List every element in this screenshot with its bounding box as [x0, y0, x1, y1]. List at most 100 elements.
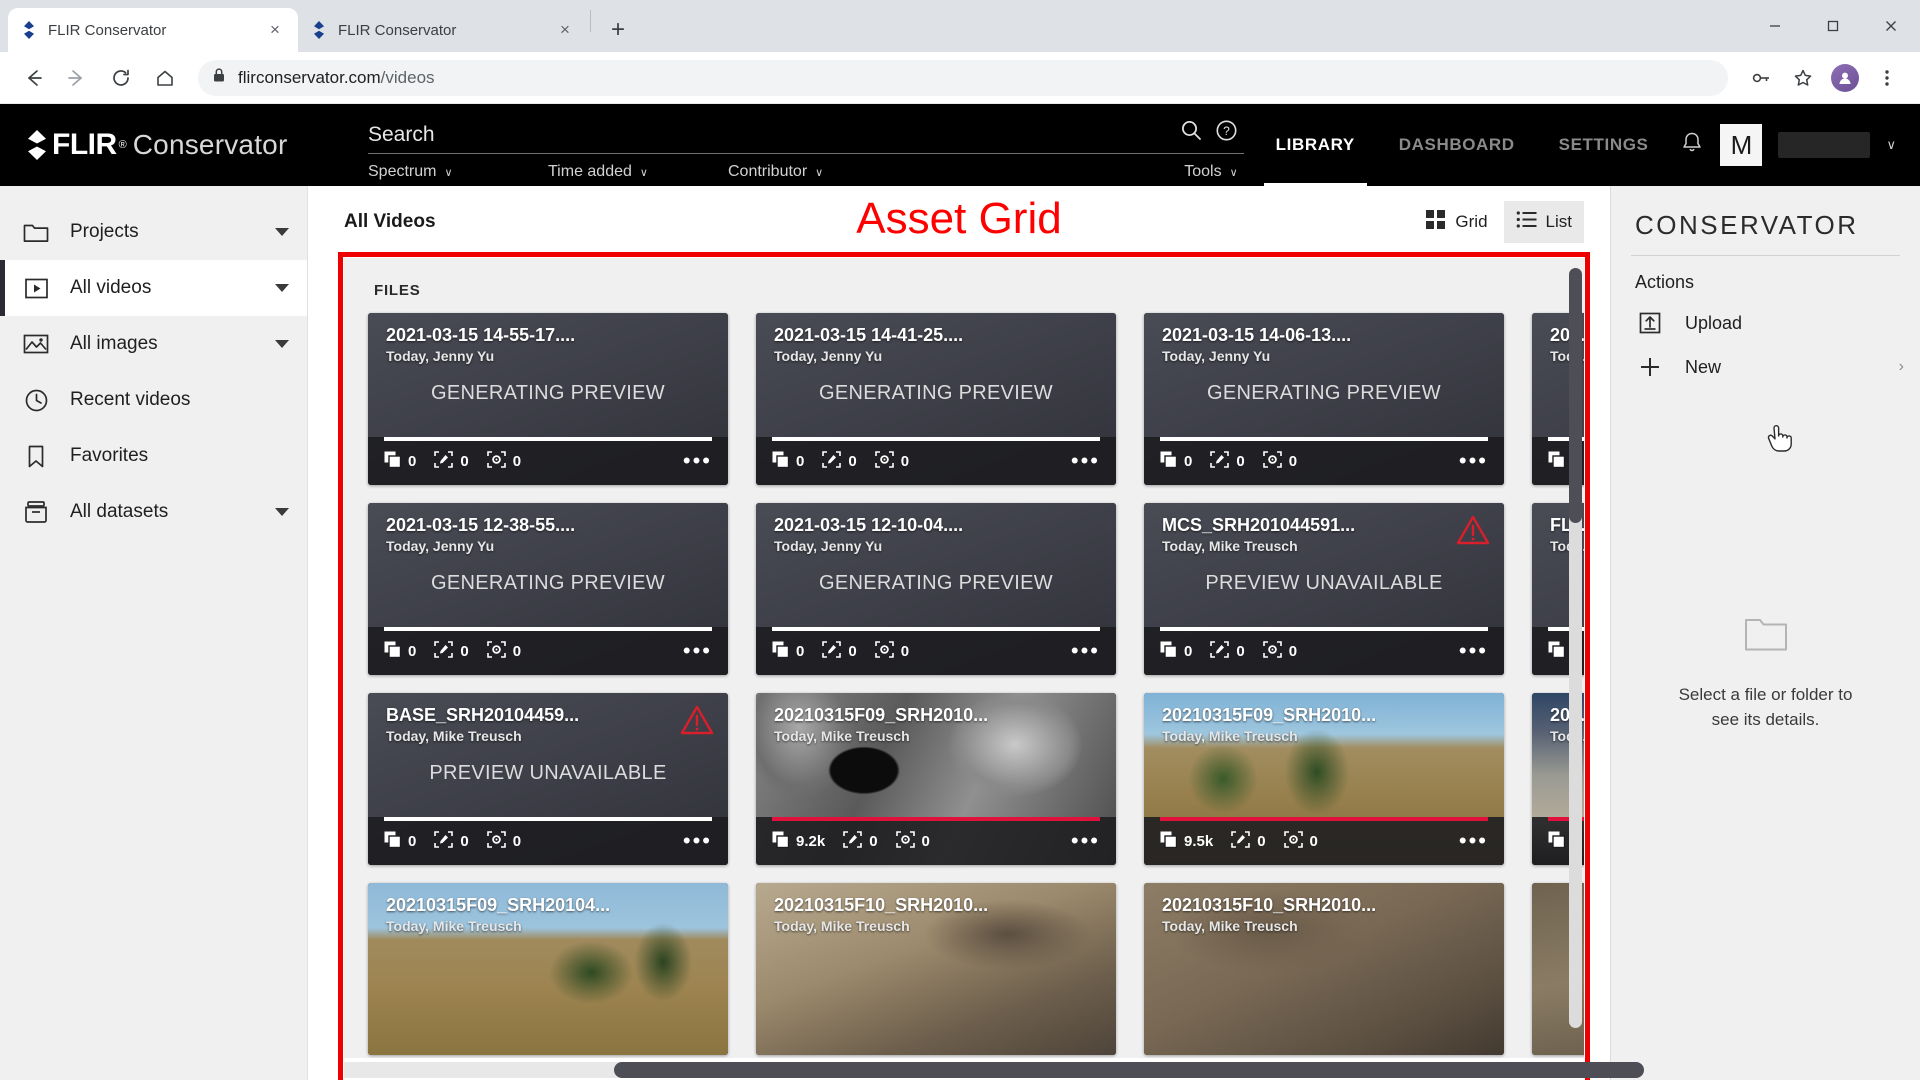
grid-view-button[interactable]: Grid: [1413, 201, 1499, 243]
sidebar-item-all-datasets[interactable]: All datasets: [0, 484, 307, 540]
asset-frames-stat: 9.5k: [1160, 831, 1213, 852]
maximize-icon[interactable]: [1804, 3, 1862, 49]
asset-grid-panel[interactable]: FILES 2021-03-15 14-55-17.... Today, Jen…: [344, 258, 1584, 1058]
browser-profile-avatar[interactable]: [1826, 59, 1864, 97]
frames-icon: [1160, 641, 1178, 662]
asset-title: 20210315F09_SRH2010...: [774, 705, 989, 725]
asset-card[interactable]: 2021-03-15 14-55-17.... Today, Jenny Yu …: [368, 313, 728, 485]
asset-card[interactable]: 2021-03-15 12-10-04.... Today, Jenny Yu …: [756, 503, 1116, 675]
sidebar-item-projects[interactable]: Projects: [0, 204, 307, 260]
forward-icon[interactable]: [58, 59, 96, 97]
minimize-icon[interactable]: [1746, 3, 1804, 49]
asset-menu-button[interactable]: •••: [683, 640, 712, 662]
grid-vertical-scrollbar-thumb[interactable]: [1569, 268, 1582, 523]
nav-library-label: LIBRARY: [1275, 135, 1355, 154]
close-icon[interactable]: [1862, 3, 1920, 49]
help-circle-icon[interactable]: ?: [1215, 119, 1238, 147]
chevron-down-icon[interactable]: [275, 340, 289, 348]
chevron-down-icon: ∨: [639, 166, 648, 179]
browser-tab-2-title: FLIR Conservator: [338, 21, 457, 39]
upload-icon: [1637, 310, 1663, 336]
browser-tab-1-close-icon[interactable]: ×: [264, 19, 286, 41]
asset-tags-stat: 0: [1283, 830, 1318, 852]
chevron-down-icon[interactable]: [275, 284, 289, 292]
grid-vertical-scrollbar[interactable]: [1569, 268, 1582, 1028]
asset-tags-stat: 0: [874, 450, 909, 472]
frames-count: 0: [796, 452, 805, 470]
asset-menu-button[interactable]: •••: [683, 830, 712, 852]
home-icon[interactable]: [146, 59, 184, 97]
browser-tab-1-title: FLIR Conservator: [48, 21, 167, 39]
nav-settings[interactable]: SETTINGS: [1537, 104, 1671, 186]
asset-menu-button[interactable]: •••: [1071, 640, 1100, 662]
annotation-edit-icon: [822, 640, 842, 662]
content-header: All Videos Asset Grid Grid List: [308, 186, 1610, 258]
asset-card[interactable]: 20210315F10_SRH2010... Today, Mike Treus…: [756, 883, 1116, 1055]
reload-icon[interactable]: [102, 59, 140, 97]
asset-menu-button[interactable]: •••: [1459, 450, 1488, 472]
asset-card[interactable]: 20210315F09_SRH2010... Today, Mike Treus…: [1144, 693, 1504, 865]
upload-action[interactable]: Upload: [1611, 301, 1920, 345]
asset-menu-button[interactable]: •••: [1071, 450, 1100, 472]
filter-spectrum[interactable]: Spectrum ∨: [368, 163, 548, 181]
bookmark-icon: [22, 442, 50, 470]
asset-card[interactable]: 20210315F09_SRH2010... Today, Mike Treus…: [756, 693, 1116, 865]
asset-card[interactable]: BASE_SRH20104459... Today, Mike Treusch …: [368, 693, 728, 865]
asset-card[interactable]: 2021-03-15 14-41-25.... Today, Jenny Yu …: [756, 313, 1116, 485]
flir-diamond-icon: [24, 130, 50, 160]
asset-card[interactable]: 2021-03-15 12-38-55.... Today, Jenny Yu …: [368, 503, 728, 675]
filter-time-added[interactable]: Time added ∨: [548, 163, 728, 181]
asset-card-footer: 9.2k 0 0 •••: [756, 817, 1116, 865]
grid-horizontal-scrollbar[interactable]: [344, 1062, 1644, 1078]
asset-title: 2021-03-15 12-38-55....: [386, 515, 576, 535]
asset-card[interactable]: 2021-03-15 14-06-13.... Today, Jenny Yu …: [1144, 313, 1504, 485]
back-icon[interactable]: [14, 59, 52, 97]
search-icon[interactable]: [1179, 118, 1203, 147]
asset-status-text: [756, 730, 1116, 817]
sidebar-item-favorites[interactable]: Favorites: [0, 428, 307, 484]
asset-card[interactable]: 20210315F09_SRH20104... Today, Mike Treu…: [368, 883, 728, 1055]
key-icon[interactable]: [1742, 59, 1780, 97]
sidebar-item-all-images[interactable]: All images: [0, 316, 307, 372]
nav-dashboard[interactable]: DASHBOARD: [1377, 104, 1537, 186]
search-input[interactable]: Search: [368, 123, 1179, 153]
video-play-icon: [22, 274, 50, 302]
sidebar-item-favorites-label: Favorites: [70, 445, 149, 466]
notification-bell-icon[interactable]: [1680, 130, 1704, 161]
details-empty-line2: see its details.: [1711, 710, 1820, 730]
sidebar-item-all-videos[interactable]: All videos: [0, 260, 307, 316]
asset-status-text: PREVIEW UNAVAILABLE: [1205, 572, 1443, 594]
asset-title: 2021-03-15 14-41-25....: [774, 325, 964, 345]
nav-library[interactable]: LIBRARY: [1254, 104, 1377, 186]
list-view-button[interactable]: List: [1503, 201, 1584, 243]
app-logo[interactable]: FLIR ® Conservator: [0, 104, 368, 186]
browser-tab-2-close-icon[interactable]: ×: [554, 19, 576, 41]
sidebar-item-recent-videos[interactable]: Recent videos: [0, 372, 307, 428]
asset-menu-button[interactable]: •••: [1071, 830, 1100, 852]
grid-horizontal-scrollbar-thumb[interactable]: [614, 1062, 1644, 1078]
user-avatar[interactable]: M: [1720, 124, 1763, 166]
filter-contributor[interactable]: Contributor ∨: [728, 163, 1184, 181]
asset-menu-button[interactable]: •••: [683, 450, 712, 472]
asset-progress-bar: [1160, 817, 1488, 821]
brand-registered-mark: ®: [118, 139, 127, 151]
bookmark-star-icon[interactable]: [1784, 59, 1822, 97]
flir-diamond-icon: [310, 21, 328, 39]
address-bar[interactable]: flirconservator.com/videos: [198, 59, 1728, 96]
new-action[interactable]: New ›: [1611, 345, 1920, 389]
browser-tab-2[interactable]: FLIR Conservator ×: [298, 8, 588, 52]
filter-spectrum-label: Spectrum: [368, 163, 437, 180]
chevron-down-icon[interactable]: [275, 228, 289, 236]
asset-progress-bar: [772, 437, 1100, 441]
filter-tools[interactable]: Tools ∨: [1184, 163, 1253, 181]
chevron-down-icon[interactable]: ∨: [1886, 137, 1896, 153]
asset-menu-button[interactable]: •••: [1459, 830, 1488, 852]
browser-tab-1[interactable]: FLIR Conservator ×: [8, 8, 298, 52]
nav-dashboard-label: DASHBOARD: [1398, 135, 1515, 154]
asset-card[interactable]: MCS_SRH201044591... Today, Mike Treusch …: [1144, 503, 1504, 675]
new-tab-button[interactable]: +: [601, 13, 635, 47]
asset-menu-button[interactable]: •••: [1459, 640, 1488, 662]
chevron-down-icon[interactable]: [275, 508, 289, 516]
asset-card[interactable]: 20210315F10_SRH2010... Today, Mike Treus…: [1144, 883, 1504, 1055]
kebab-menu-icon[interactable]: [1868, 59, 1906, 97]
